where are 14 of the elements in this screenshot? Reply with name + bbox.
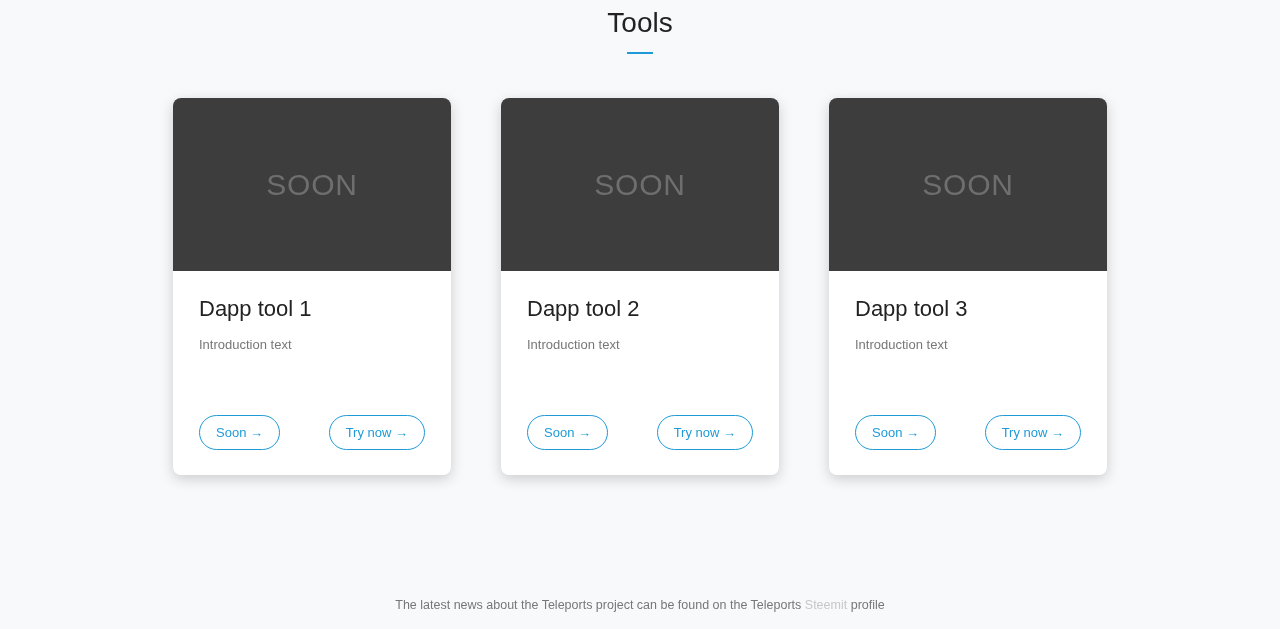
section-title: Tools [607,6,673,40]
try-now-button[interactable]: Try now → [984,415,1081,450]
soon-button[interactable]: Soon → [527,415,608,450]
card-description: Introduction text [199,336,293,354]
card-title: Dapp tool 3 [855,295,969,323]
title-underline [627,52,653,54]
card-description: Introduction text [855,336,949,354]
soon-button[interactable]: Soon → [199,415,280,450]
card-title: Dapp tool 1 [199,295,313,323]
try-now-button[interactable]: Try now → [656,415,753,450]
card-description: Introduction text [527,336,621,354]
try-now-button[interactable]: Try now → [328,415,425,450]
soon-button[interactable]: Soon → [855,415,936,450]
card-title: Dapp tool 2 [527,295,641,323]
